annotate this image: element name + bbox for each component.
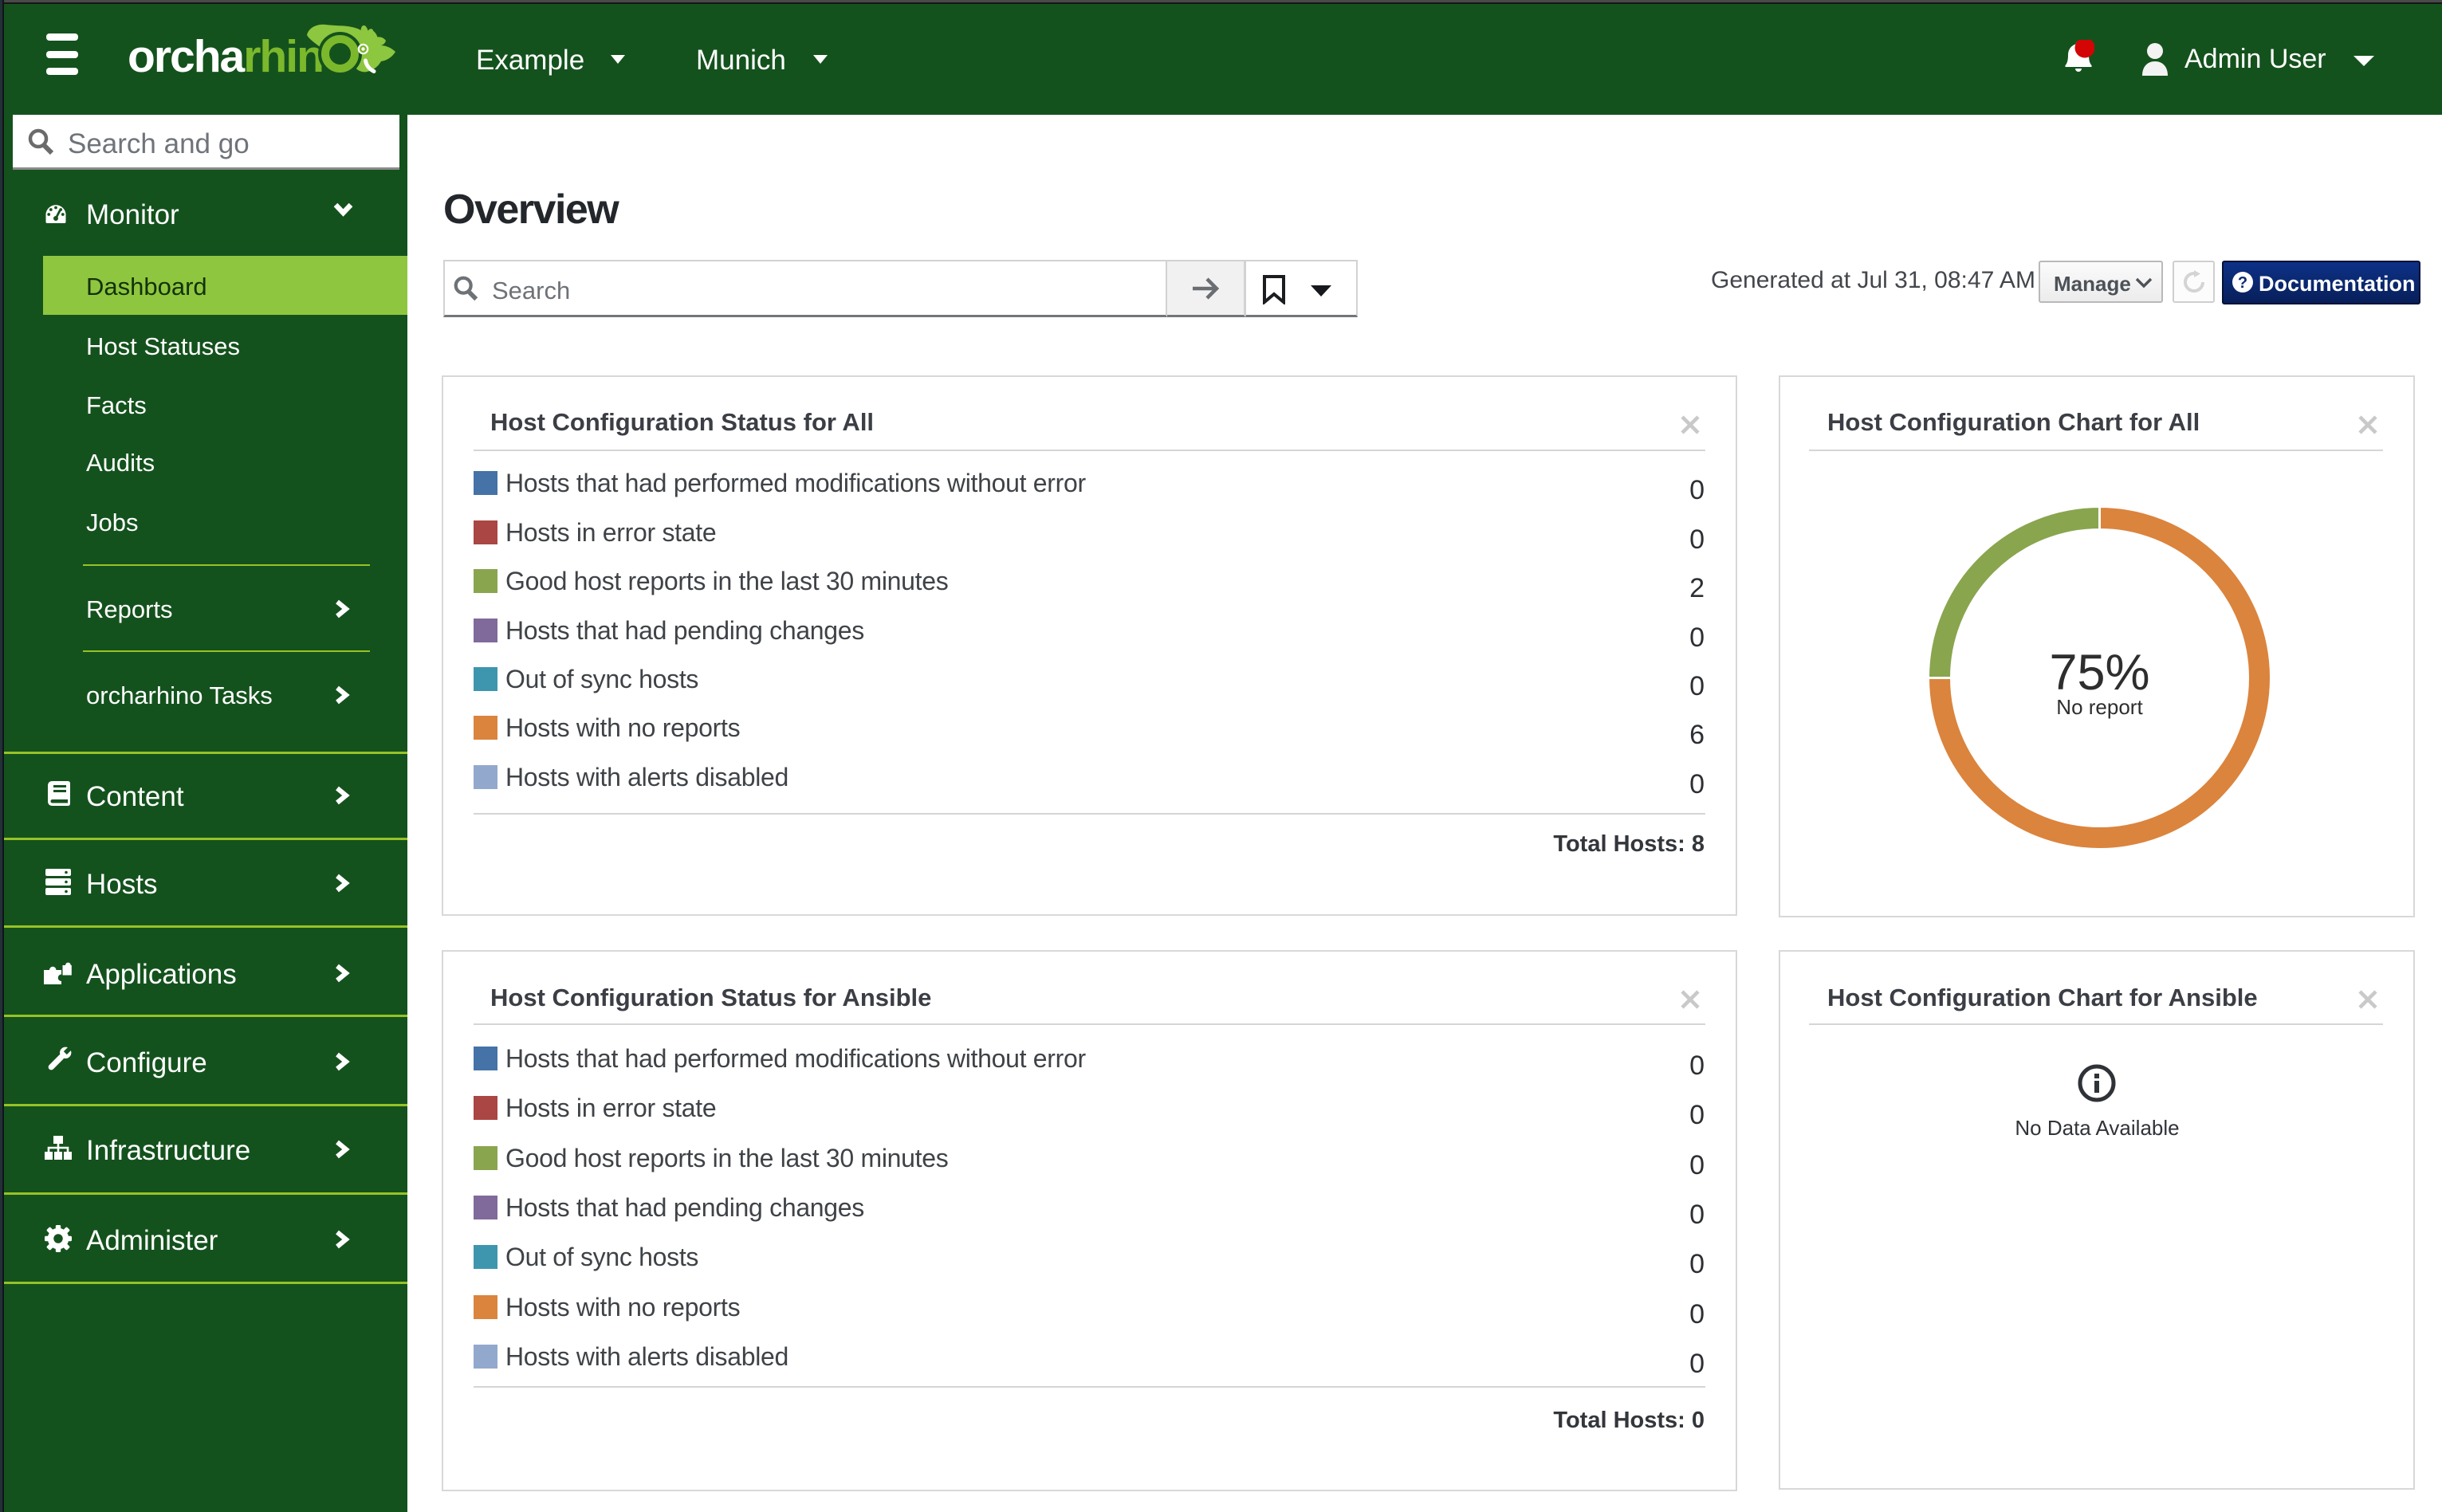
svg-text:?: ? <box>2238 274 2247 292</box>
